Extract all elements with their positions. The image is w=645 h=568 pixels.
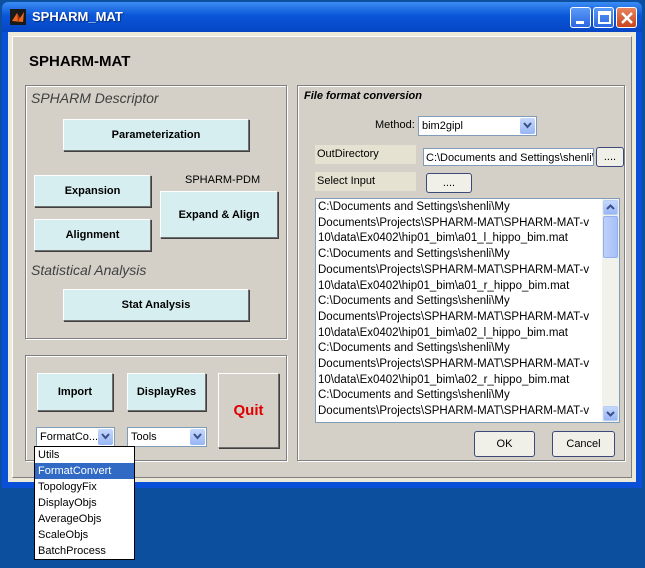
- chevron-down-icon: [606, 411, 615, 417]
- descriptor-panel: SPHARM Descriptor Parameterization Expan…: [25, 85, 287, 339]
- tools-select-value: Tools: [131, 431, 157, 443]
- list-item[interactable]: 10\data\Ex0402\hip01_bim\a01_r_hippo_bim…: [318, 279, 601, 295]
- chevron-down-icon: [523, 122, 532, 129]
- list-item[interactable]: C:\Documents and Settings\shenli\My: [318, 341, 601, 357]
- scroll-up-button[interactable]: [603, 200, 618, 215]
- matlab-icon: [10, 9, 26, 25]
- pdm-label: SPHARM-PDM: [185, 174, 261, 186]
- method-select[interactable]: bim2gipl: [418, 116, 537, 136]
- chevron-down-icon: [193, 433, 202, 440]
- cancel-button[interactable]: Cancel: [552, 431, 615, 457]
- close-icon: [621, 12, 633, 24]
- ok-button[interactable]: OK: [474, 431, 535, 457]
- window-title: SPHARM_MAT: [32, 9, 123, 24]
- quit-button[interactable]: Quit: [218, 373, 279, 448]
- maximize-button[interactable]: [593, 7, 614, 28]
- dropdown-option[interactable]: FormatConvert: [35, 463, 134, 479]
- method-select-value: bim2gipl: [422, 120, 463, 132]
- list-item[interactable]: C:\Documents and Settings\shenli\My: [318, 247, 601, 263]
- outdir-browse-button[interactable]: ....: [596, 147, 624, 167]
- utils-select-value: FormatCo...: [40, 431, 99, 443]
- expand-align-button[interactable]: Expand & Align: [160, 191, 278, 238]
- tools-select-arrow[interactable]: [190, 429, 205, 445]
- list-item[interactable]: C:\Documents and Settings\shenli\My: [318, 200, 601, 216]
- list-item[interactable]: Documents\Projects\SPHARM-MAT\SPHARM-MAT…: [318, 310, 601, 326]
- dropdown-option[interactable]: Utils: [35, 447, 134, 463]
- close-button[interactable]: [616, 7, 637, 28]
- alignment-button[interactable]: Alignment: [34, 219, 151, 251]
- app-window: SPHARM_MAT SPHARM-MAT SPHARM Descriptor …: [2, 2, 642, 488]
- list-item[interactable]: 10\data\Ex0402\hip01_bim\a01_l_hippo_bim…: [318, 231, 601, 247]
- list-item[interactable]: 10\data\Ex0402\hip01_bim\a02_r_hippo_bim…: [318, 373, 601, 389]
- tools-select[interactable]: Tools: [127, 427, 207, 447]
- file-lines: C:\Documents and Settings\shenli\My Docum…: [318, 200, 601, 420]
- method-label: Method:: [375, 119, 415, 131]
- minimize-icon: [576, 21, 584, 24]
- conversion-panel: File format conversion Method: bim2gipl …: [297, 85, 625, 461]
- stat-section-label: Statistical Analysis: [31, 262, 147, 278]
- select-input-button[interactable]: ....: [426, 173, 472, 193]
- list-item[interactable]: Documents\Projects\SPHARM-MAT\SPHARM-MAT…: [318, 404, 601, 420]
- conversion-section-label: File format conversion: [304, 90, 422, 102]
- expansion-button[interactable]: Expansion: [34, 175, 151, 207]
- select-input-label: Select Input: [315, 172, 416, 191]
- outdir-label: OutDirectory: [315, 145, 416, 164]
- utils-dropdown-list[interactable]: Utils FormatConvert TopologyFix DisplayObjs…: [34, 446, 135, 560]
- chevron-up-icon: [606, 204, 615, 210]
- dropdown-option[interactable]: BatchProcess: [35, 543, 134, 559]
- descriptor-section-label: SPHARM Descriptor: [31, 90, 159, 106]
- client-area: SPHARM-MAT SPHARM Descriptor Parameteriz…: [8, 32, 636, 482]
- title-bar[interactable]: SPHARM_MAT: [2, 2, 642, 32]
- import-button[interactable]: Import: [37, 373, 113, 411]
- outdir-input[interactable]: C:\Documents and Settings\shenli\M: [423, 148, 594, 166]
- list-item[interactable]: 10\data\Ex0402\hip01_bim\a02_l_hippo_bim…: [318, 326, 601, 342]
- figure-panel: SPHARM-MAT SPHARM Descriptor Parameteriz…: [12, 36, 632, 478]
- list-item[interactable]: Documents\Projects\SPHARM-MAT\SPHARM-MAT…: [318, 263, 601, 279]
- method-select-arrow[interactable]: [520, 118, 535, 134]
- list-item[interactable]: Documents\Projects\SPHARM-MAT\SPHARM-MAT…: [318, 216, 601, 232]
- scroll-down-button[interactable]: [603, 406, 618, 421]
- input-files-list[interactable]: C:\Documents and Settings\shenli\My Docum…: [315, 198, 620, 423]
- utils-select[interactable]: FormatCo...: [36, 427, 115, 447]
- parameterization-button[interactable]: Parameterization: [63, 119, 249, 151]
- list-item[interactable]: C:\Documents and Settings\shenli\My: [318, 388, 601, 404]
- stat-analysis-button[interactable]: Stat Analysis: [63, 289, 249, 321]
- page-title: SPHARM-MAT: [29, 53, 131, 70]
- dropdown-option[interactable]: DisplayObjs: [35, 495, 134, 511]
- list-item[interactable]: Documents\Projects\SPHARM-MAT\SPHARM-MAT…: [318, 357, 601, 373]
- scroll-thumb[interactable]: [603, 216, 618, 258]
- utils-select-arrow[interactable]: [98, 429, 113, 445]
- dropdown-option[interactable]: AverageObjs: [35, 511, 134, 527]
- maximize-icon: [598, 11, 611, 24]
- displayres-button[interactable]: DisplayRes: [127, 373, 206, 411]
- minimize-button[interactable]: [570, 7, 591, 28]
- list-scrollbar[interactable]: [602, 199, 619, 422]
- dropdown-option[interactable]: TopologyFix: [35, 479, 134, 495]
- dropdown-option[interactable]: ScaleObjs: [35, 527, 134, 543]
- list-item[interactable]: C:\Documents and Settings\shenli\My: [318, 294, 601, 310]
- chevron-down-icon: [101, 433, 110, 440]
